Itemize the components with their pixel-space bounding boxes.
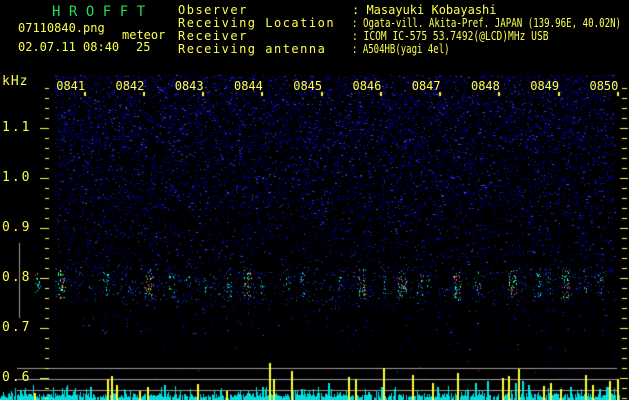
observation-info: Observer: Masayuki Kobayashi Receiving L… (178, 4, 629, 56)
time-tick-label: 0845 (293, 79, 323, 93)
app-title: HROFFT (52, 4, 154, 20)
freq-tick-label: 0.9 (2, 220, 32, 235)
time-tick-label: 0844 (233, 79, 263, 93)
observation-datetime: 02.07.11 08:40 (18, 40, 120, 54)
time-tick-label: 0843 (174, 79, 204, 93)
freq-tick-label: 0.7 (2, 320, 32, 335)
freq-tick-label: 0.6 (2, 370, 32, 385)
meteor-count: 25 (136, 40, 151, 54)
freq-tick-label: 1.1 (2, 120, 32, 135)
info-row-antenna: Receiving antenna : A504HB(yagi 4el) (178, 43, 629, 56)
info-value: : A504HB(yagi 4el) (352, 42, 450, 56)
time-tick-label: 0849 (530, 79, 560, 93)
time-tick-label: 0847 (411, 79, 441, 93)
time-tick-label: 0841 (56, 79, 86, 93)
time-tick-label: 0846 (352, 79, 382, 93)
time-tick-label: 0850 (589, 79, 619, 93)
time-tick-label: 0848 (470, 79, 500, 93)
freq-axis-unit-label: kHz (2, 74, 29, 89)
info-label: Receiving antenna (178, 42, 327, 56)
hrofft-screen: HROFFT 07110840.png meteor 02.07.11 08:4… (0, 0, 629, 400)
freq-tick-label: 1.0 (2, 170, 32, 185)
freq-tick-label: 0.8 (2, 270, 32, 285)
output-filename: 07110840.png (18, 21, 105, 35)
time-tick-label: 0842 (115, 79, 145, 93)
spectrogram-canvas (0, 0, 629, 400)
